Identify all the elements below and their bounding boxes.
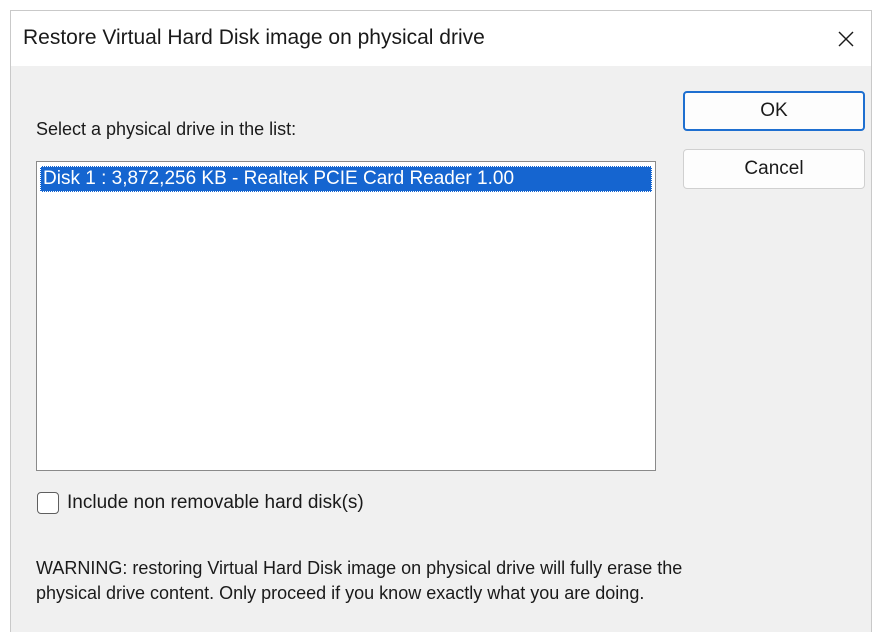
close-button[interactable] — [821, 11, 871, 66]
drive-list-prompt: Select a physical drive in the list: — [36, 119, 297, 139]
include-non-removable-checkbox[interactable] — [37, 492, 59, 514]
include-non-removable-option[interactable]: Include non removable hard disk(s) — [37, 492, 364, 514]
warning-line-2: physical drive content. Only proceed if … — [36, 583, 645, 603]
ok-button[interactable]: OK — [683, 91, 865, 131]
warning-line-1: WARNING: restoring Virtual Hard Disk ima… — [36, 558, 683, 578]
title-bar: Restore Virtual Hard Disk image on physi… — [11, 11, 871, 66]
physical-drive-list[interactable]: Disk 1 : 3,872,256 KB - Realtek PCIE Car… — [36, 161, 656, 471]
warning-text: WARNING: restoring Virtual Hard Disk ima… — [36, 556, 856, 606]
include-non-removable-label[interactable]: Include non removable hard disk(s) — [67, 492, 364, 514]
restore-dialog: Restore Virtual Hard Disk image on physi… — [10, 10, 872, 632]
cancel-button[interactable]: Cancel — [683, 149, 865, 189]
list-item[interactable]: Disk 1 : 3,872,256 KB - Realtek PCIE Car… — [40, 166, 652, 192]
dialog-title: Restore Virtual Hard Disk image on physi… — [23, 26, 485, 49]
close-icon — [838, 31, 854, 46]
